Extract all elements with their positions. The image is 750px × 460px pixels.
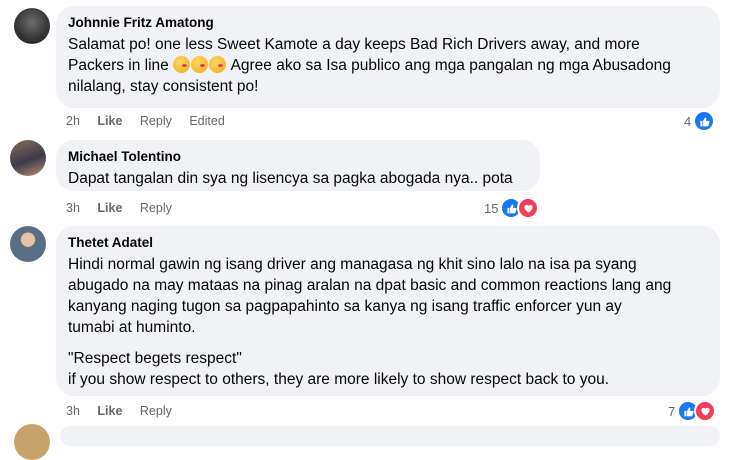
face-blowing-kiss-emoji-icon bbox=[209, 56, 227, 73]
reply-button[interactable]: Reply bbox=[140, 404, 172, 418]
reaction-summary[interactable]: 15 bbox=[484, 197, 540, 219]
comment-time[interactable]: 3h bbox=[66, 404, 80, 418]
reply-button[interactable]: Reply bbox=[140, 114, 172, 128]
comment-line: tumabi at huminto. bbox=[68, 319, 196, 336]
comment-bubble bbox=[60, 426, 720, 446]
like-reaction-icon bbox=[693, 110, 716, 132]
comment-author[interactable]: Michael Tolentino bbox=[68, 148, 528, 165]
love-reaction-icon bbox=[517, 197, 540, 219]
comment-text: Hindi normal gawin ng isang driver ang m… bbox=[68, 254, 708, 390]
comment-actions: 2h Like Reply Edited bbox=[66, 113, 239, 129]
comment-bubble: Johnnie Fritz Amatong Salamat po! one le… bbox=[56, 6, 720, 108]
comment-author[interactable]: Thetet Adatel bbox=[68, 234, 708, 251]
comment-actions: 3h Like Reply bbox=[66, 403, 186, 419]
comment-line: abugado na may mataas na pinag aralan na… bbox=[68, 277, 672, 294]
reaction-count: 4 bbox=[684, 113, 692, 129]
comment-line: Dapat tangalan din sya ng lisencya sa pa… bbox=[68, 170, 513, 187]
like-button[interactable]: Like bbox=[97, 201, 122, 215]
comment-line: if you show respect to others, they are … bbox=[68, 371, 610, 388]
comment-line: "Respect begets respect" bbox=[68, 350, 242, 367]
avatar[interactable] bbox=[10, 226, 46, 262]
reaction-count: 7 bbox=[668, 403, 676, 419]
like-button[interactable]: Like bbox=[97, 404, 122, 418]
avatar[interactable] bbox=[14, 424, 50, 460]
comment-line: kanyang naging tugon sa pagpapahinto sa … bbox=[68, 298, 622, 315]
comment-text: Dapat tangalan din sya ng lisencya sa pa… bbox=[68, 168, 528, 189]
reaction-summary[interactable]: 4 bbox=[684, 110, 716, 132]
reaction-summary[interactable]: 7 bbox=[668, 400, 717, 422]
comment-line: Hindi normal gawin ng isang driver ang m… bbox=[68, 256, 637, 273]
comment-line: nilalang, stay consistent po! bbox=[68, 78, 259, 95]
avatar[interactable] bbox=[10, 140, 46, 176]
reaction-count: 15 bbox=[484, 200, 499, 216]
love-reaction-icon bbox=[694, 400, 717, 422]
comment-author[interactable]: Johnnie Fritz Amatong bbox=[68, 14, 708, 31]
comment-line: Salamat po! one less Sweet Kamote a day … bbox=[68, 36, 640, 53]
comment-bubble: Michael Tolentino Dapat tangalan din sya… bbox=[56, 140, 540, 191]
comment-line: Packers in line bbox=[68, 57, 169, 74]
comment-actions: 3h Like Reply bbox=[66, 200, 186, 216]
edited-label: Edited bbox=[189, 114, 225, 128]
avatar[interactable] bbox=[14, 8, 50, 44]
face-blowing-kiss-emoji-icon bbox=[173, 56, 191, 73]
comment-time[interactable]: 3h bbox=[66, 201, 80, 215]
like-button[interactable]: Like bbox=[97, 114, 122, 128]
comment-bubble: Thetet Adatel Hindi normal gawin ng isan… bbox=[56, 226, 720, 396]
comment-time[interactable]: 2h bbox=[66, 114, 80, 128]
reply-button[interactable]: Reply bbox=[140, 201, 172, 215]
comment-text: Salamat po! one less Sweet Kamote a day … bbox=[68, 34, 708, 97]
face-blowing-kiss-emoji-icon bbox=[191, 56, 209, 73]
comment-line: Agree ako sa Isa publico ang mga pangala… bbox=[230, 57, 671, 74]
